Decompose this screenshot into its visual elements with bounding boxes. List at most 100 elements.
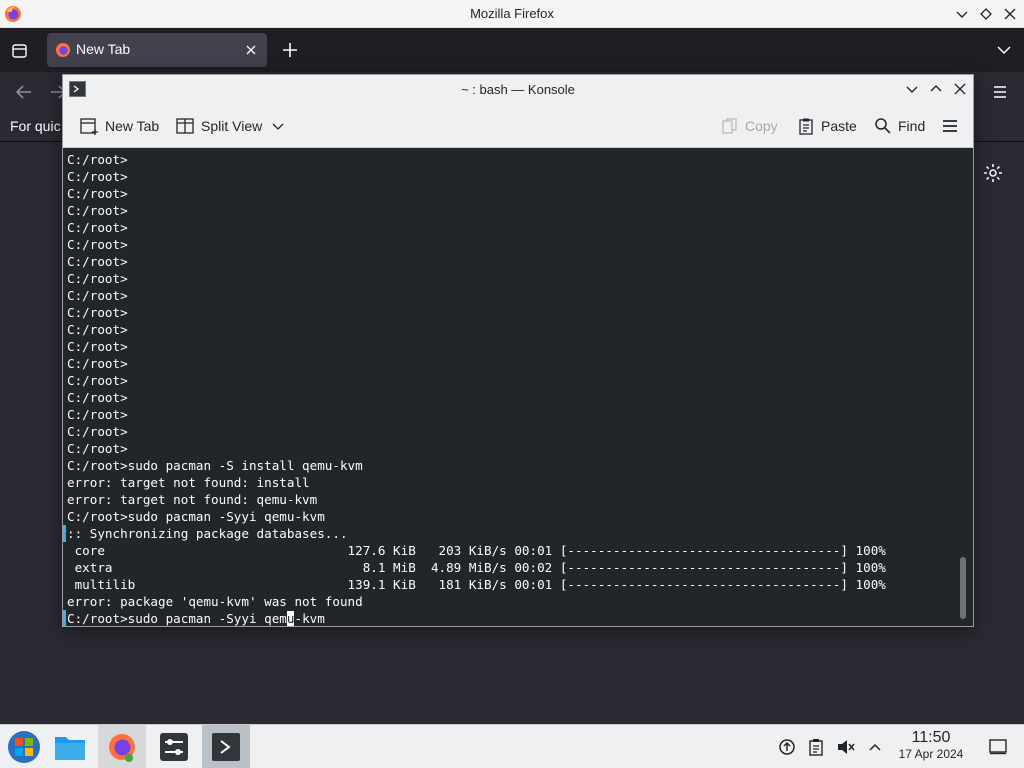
konsole-toolbar: New Tab Split View Copy Paste Find <box>63 103 973 148</box>
chevron-up-icon <box>869 743 881 751</box>
split-view-icon <box>176 118 194 134</box>
taskbar-firefox[interactable] <box>98 725 146 768</box>
terminal-line: C:/root>sudo pacman -S install qemu-kvm <box>67 458 363 473</box>
prompt-text-after-cursor: -kvm <box>294 611 325 626</box>
close-button[interactable] <box>1000 4 1020 24</box>
terminal-line: C:/root> <box>67 271 128 286</box>
firefox-favicon-icon <box>56 43 70 57</box>
new-tab-plus-icon[interactable] <box>279 39 301 61</box>
terminal-line: C:/root> <box>67 373 128 388</box>
chevron-up-icon <box>930 85 942 92</box>
new-tab-label: New Tab <box>105 118 160 134</box>
terminal-line: error: target not found: qemu-kvm <box>67 492 318 507</box>
volume-muted-icon <box>838 740 855 754</box>
copy-label: Copy <box>745 118 778 134</box>
terminal-line: C:/root> <box>67 237 128 252</box>
show-desktop-button[interactable] <box>988 737 1008 757</box>
new-tab-icon <box>80 118 98 135</box>
gear-icon[interactable] <box>982 162 1004 184</box>
find-button[interactable]: Find <box>874 115 925 137</box>
chevron-down-icon <box>272 123 284 130</box>
chevron-down-icon <box>956 11 968 18</box>
split-view-button[interactable]: Split View <box>175 115 284 137</box>
konsole-icon <box>212 733 240 761</box>
find-label: Find <box>898 118 926 134</box>
konsole-window: ~ : bash — Konsole New Tab Split View Co… <box>62 74 974 627</box>
terminal-line: C:/root> <box>67 356 128 371</box>
chevron-down-icon <box>906 86 918 93</box>
terminal-lines: C:/root> C:/root> C:/root> C:/root> C:/root>… <box>67 151 957 626</box>
firefox-icon <box>109 734 135 762</box>
terminal-line: C:/root> <box>67 169 128 184</box>
terminal-line: C:/root> <box>67 390 128 405</box>
terminal-line: C:/root> <box>67 220 128 235</box>
taskbar-system-settings[interactable] <box>150 725 198 768</box>
taskbar-file-manager[interactable] <box>46 725 94 768</box>
update-icon <box>779 739 795 755</box>
new-tab-button[interactable]: New Tab <box>79 115 159 137</box>
settings-sliders-icon <box>160 733 188 761</box>
close-tab-icon[interactable] <box>243 42 259 58</box>
prompt-text-before-cursor: C:/root>sudo pacman -Syyi qem <box>67 611 287 626</box>
paste-button[interactable]: Paste <box>797 115 857 137</box>
taskbar-konsole[interactable] <box>202 725 250 768</box>
hamburger-menu-icon[interactable] <box>990 82 1010 102</box>
updates-tray[interactable] <box>777 737 797 757</box>
terminal-output-area[interactable]: C:/root> C:/root> C:/root> C:/root> C:/root>… <box>63 149 973 626</box>
view-tabs-icon[interactable] <box>8 40 32 62</box>
bookmarks-hint-text: For quic <box>10 118 61 134</box>
taskbar: 11:50 17 Apr 2024 <box>0 724 1024 768</box>
folder-icon <box>55 737 85 760</box>
konsole-titlebar: ~ : bash — Konsole <box>63 75 973 103</box>
volume-tray[interactable] <box>836 737 856 757</box>
copy-icon <box>722 118 737 134</box>
paste-icon <box>799 118 813 135</box>
terminal-line: C:/root> <box>67 288 128 303</box>
list-all-tabs-chevron-icon[interactable] <box>996 42 1012 58</box>
copy-button[interactable]: Copy <box>721 115 778 137</box>
terminal-line: C:/root> <box>67 339 128 354</box>
selection-marker <box>63 610 66 626</box>
start-menu-button[interactable] <box>0 725 48 768</box>
back-arrow-icon[interactable] <box>14 82 34 102</box>
konsole-window-title: ~ : bash — Konsole <box>461 82 575 97</box>
terminal-line: C:/root> <box>67 203 128 218</box>
terminal-line: :: Synchronizing package databases... <box>67 526 348 541</box>
terminal-line: extra 8.1 MiB 4.89 MiB/s 00:02 [--------… <box>67 560 886 575</box>
terminal-line: C:/root> <box>67 186 128 201</box>
close-icon <box>1004 8 1016 20</box>
clock-date: 17 Apr 2024 <box>898 747 964 761</box>
tab-new-tab[interactable]: New Tab <box>47 33 267 67</box>
terminal-scrollbar[interactable] <box>960 557 966 619</box>
terminal-line: core 127.6 KiB 203 KiB/s 00:01 [--------… <box>67 543 886 558</box>
paste-label: Paste <box>821 118 857 134</box>
firefox-titlebar: Mozilla Firefox <box>0 0 1024 28</box>
clock-time: 11:50 <box>911 729 951 746</box>
terminal-prompt-line: C:/root>sudo pacman -Syyi qemu-kvm <box>67 610 957 626</box>
konsole-maximize-button[interactable] <box>927 80 945 98</box>
terminal-line: C:/root> <box>67 322 128 337</box>
terminal-line: error: target not found: install <box>67 475 310 490</box>
firefox-tab-bar: New Tab <box>0 28 1024 72</box>
terminal-line: C:/root> <box>67 254 128 269</box>
show-hidden-icons-tray[interactable] <box>865 737 885 757</box>
terminal-line: multilib 139.1 KiB 181 KiB/s 00:01 [----… <box>67 577 886 592</box>
desktop-icon <box>989 739 1007 755</box>
terminal-line: error: package 'qemu-kvm' was not found <box>67 594 363 609</box>
minimize-button[interactable] <box>952 4 972 24</box>
clipboard-icon <box>809 739 823 756</box>
konsole-menu-button[interactable] <box>941 115 965 137</box>
konsole-minimize-button[interactable] <box>903 80 921 98</box>
konsole-close-button[interactable] <box>951 80 969 98</box>
clipboard-tray[interactable] <box>806 737 826 757</box>
terminal-line: C:/root> <box>67 305 128 320</box>
hamburger-menu-icon <box>943 120 957 132</box>
tab-label: New Tab <box>76 41 131 57</box>
terminal-line: C:/root> <box>67 424 128 439</box>
start-logo-icon <box>8 731 40 763</box>
terminal-line: C:/root> <box>67 152 128 167</box>
terminal-line: C:/root> <box>67 441 128 456</box>
terminal-line: C:/root>sudo pacman -Syyi qemu-kvm <box>67 509 325 524</box>
clock[interactable]: 11:50 17 Apr 2024 <box>890 729 972 761</box>
maximize-button[interactable] <box>976 4 996 24</box>
